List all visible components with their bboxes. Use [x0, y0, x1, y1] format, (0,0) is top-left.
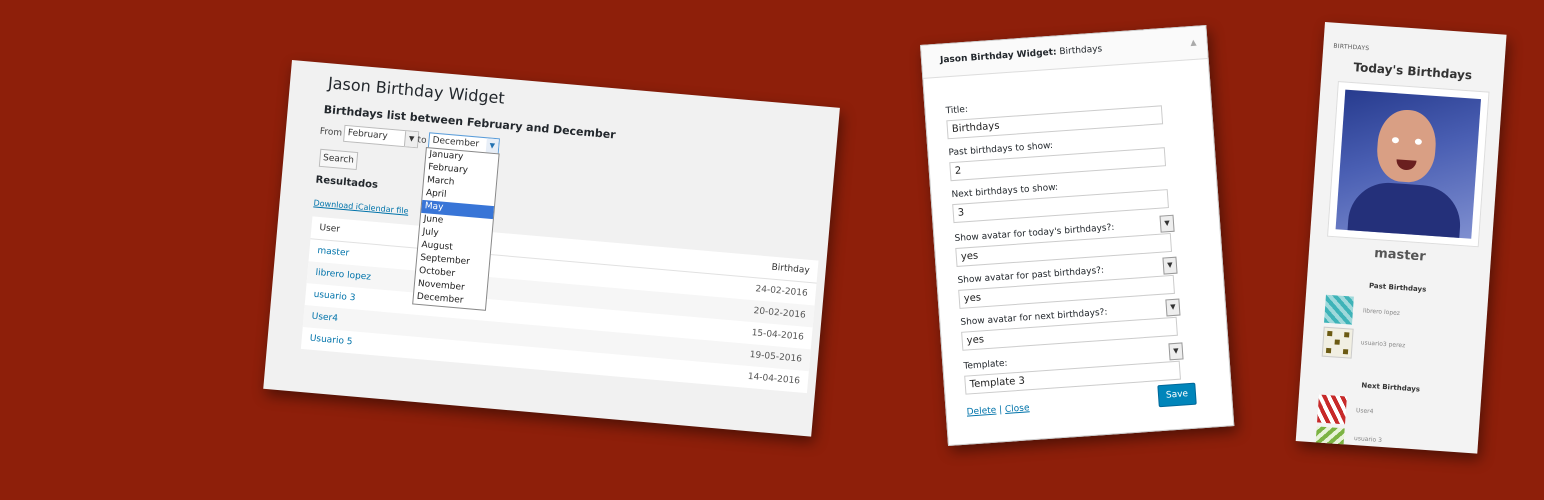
from-month-select[interactable]: February ▼: [343, 124, 420, 149]
admin-page-title: Jason Birthday Widget: [327, 73, 506, 108]
to-label: to: [417, 135, 427, 147]
chevron-down-icon[interactable]: ▼: [1159, 214, 1175, 233]
title-input[interactable]: Birthdays: [946, 105, 1164, 140]
title-label: Title:: [945, 104, 969, 117]
user-link[interactable]: master: [316, 240, 350, 265]
past-user-name[interactable]: librero lopez: [1363, 307, 1400, 317]
next-user-name[interactable]: usuario 3: [1354, 435, 1382, 444]
month-dropdown-list: January February March April May June Ju…: [412, 147, 500, 311]
next-user-name[interactable]: User4: [1356, 407, 1374, 415]
triangle-up-icon[interactable]: ▲: [1189, 27, 1197, 59]
from-month-value: February: [347, 128, 389, 142]
user-link[interactable]: User4: [311, 306, 339, 330]
widget-header-name: Jason Birthday Widget:: [939, 47, 1057, 66]
birthday-column-header[interactable]: Birthday: [771, 257, 811, 282]
avatar[interactable]: [1315, 426, 1345, 445]
avatar-body-shape: [1346, 180, 1463, 239]
widget-header[interactable]: Jason Birthday Widget: Birthdays ▲: [921, 26, 1208, 79]
today-user-avatar[interactable]: [1327, 81, 1490, 248]
close-link[interactable]: Close: [1005, 403, 1030, 415]
birthday-cell: 14-04-2016: [747, 371, 801, 387]
avatar[interactable]: [1317, 394, 1347, 425]
admin-list-panel: Jason Birthday Widget Birthdays list bet…: [263, 60, 840, 437]
save-button[interactable]: Save: [1157, 382, 1197, 408]
birthdays-table: User Birthday master 24-02-2016 librero …: [300, 216, 819, 394]
template-label: Template:: [963, 358, 1008, 372]
past-user-name[interactable]: usuario3 perez: [1360, 339, 1405, 349]
chevron-down-icon[interactable]: ▼: [1162, 256, 1178, 275]
avatar[interactable]: [1324, 294, 1354, 325]
todays-birthdays-heading: Today's Birthdays: [1353, 60, 1473, 83]
widget-header-title: Birthdays: [1056, 44, 1103, 58]
front-widget-panel: BIRTHDAYS Today's Birthdays master Past …: [1295, 22, 1507, 454]
download-icalendar-link[interactable]: Download iCalendar file: [313, 198, 409, 215]
delete-link[interactable]: Delete: [966, 406, 996, 418]
user-link[interactable]: Usuario 5: [309, 328, 354, 354]
avatar-photo: [1335, 89, 1482, 239]
search-button[interactable]: Search: [318, 148, 359, 171]
avatar[interactable]: [1321, 326, 1354, 359]
from-label: From: [319, 126, 343, 139]
chevron-down-icon[interactable]: ▼: [1165, 298, 1181, 317]
chevron-down-icon[interactable]: ▼: [1168, 342, 1184, 361]
widget-settings-panel: Jason Birthday Widget: Birthdays ▲ Title…: [920, 24, 1235, 447]
avatar-head-shape: [1375, 108, 1438, 184]
widget-caption: BIRTHDAYS: [1333, 42, 1370, 53]
results-heading: Resultados: [315, 174, 379, 191]
user-column-header[interactable]: User: [319, 217, 341, 241]
widget-actions: Delete | Close: [966, 403, 1029, 417]
